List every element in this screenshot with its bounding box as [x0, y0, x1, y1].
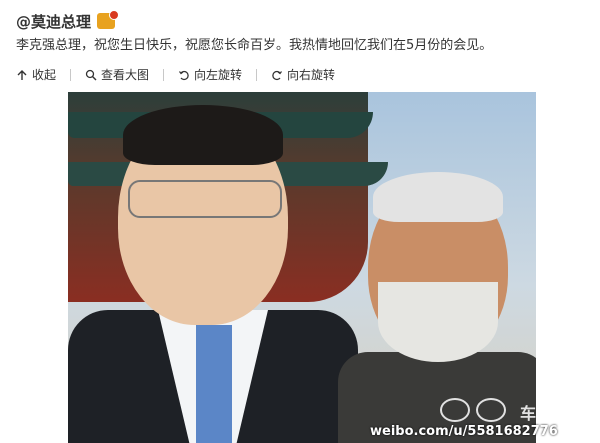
verified-badge-icon [97, 10, 120, 29]
view-large-button[interactable]: 查看大图 [85, 66, 149, 83]
watermark-left-text: 大欧哈镜 [8, 426, 57, 440]
username-link[interactable]: @莫迪总理 [16, 11, 91, 32]
weibo-icon [440, 398, 470, 422]
image-actions-bar: 收起 查看大图 向左旋转 向右旋转 [16, 66, 335, 83]
rotate-left-icon [179, 70, 189, 80]
view-large-label: 查看大图 [101, 68, 150, 82]
post-header: @莫迪总理 [16, 10, 120, 32]
rotate-right-label: 向右旋转 [287, 68, 336, 82]
collapse-icon [17, 69, 27, 80]
rotate-left-button[interactable]: 向左旋转 [178, 66, 242, 83]
collapse-button[interactable]: 收起 [16, 66, 56, 83]
weibo-logo [440, 398, 506, 422]
post-photo[interactable] [68, 92, 536, 443]
person-left [68, 100, 358, 443]
tie [196, 325, 232, 443]
zoom-icon [85, 69, 97, 80]
beard [378, 282, 498, 362]
watermark-right: 车富88 [520, 404, 575, 423]
divider [256, 68, 258, 81]
rotate-right-icon [272, 70, 283, 80]
watermark-left: 大欧哈镜 [8, 424, 56, 441]
collapse-label: 收起 [32, 68, 57, 82]
rotate-right-button[interactable]: 向右旋转 [271, 66, 335, 83]
divider [163, 68, 165, 81]
rotate-left-label: 向左旋转 [194, 68, 243, 82]
weibo-url-watermark: weibo.com/u/5581682776 [370, 424, 558, 439]
post-text: 李克强总理，祝您生日快乐，祝愿您长命百岁。我热情地回忆我们在5月份的会见。 [16, 38, 493, 53]
wechat-icon [476, 398, 506, 422]
hair [123, 105, 283, 165]
glasses [128, 180, 282, 218]
hair [373, 172, 503, 222]
divider [70, 68, 72, 81]
